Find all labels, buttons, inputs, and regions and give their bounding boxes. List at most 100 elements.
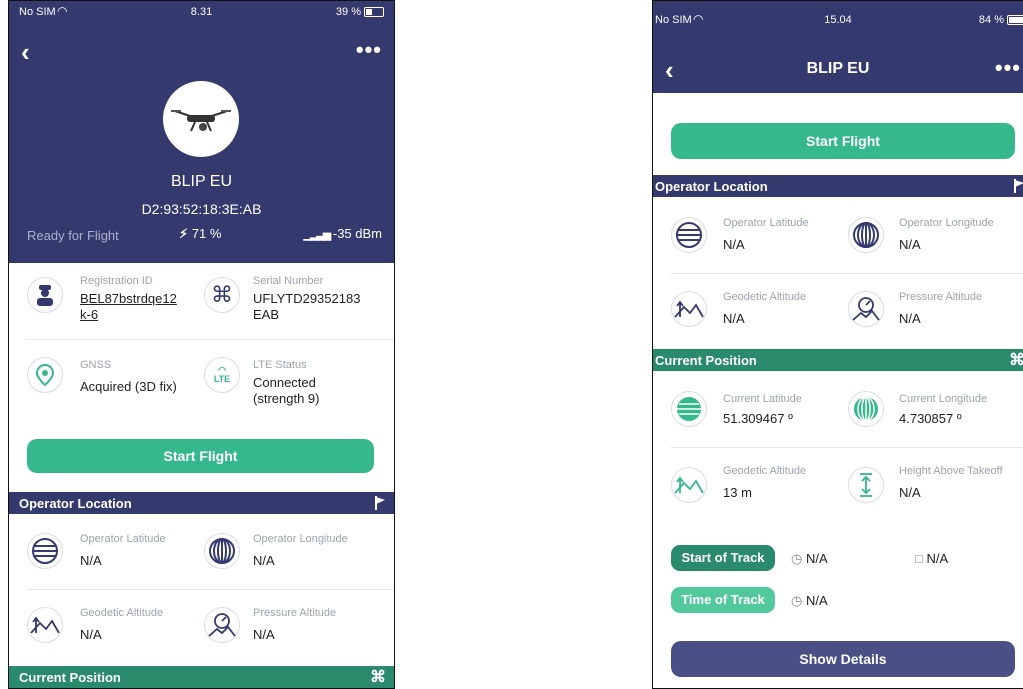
start-flight-button[interactable]: Start Flight xyxy=(27,439,374,473)
op-lat-value: N/A xyxy=(723,237,745,252)
status-bar: No SIM ◠ 8.31 39 % xyxy=(9,1,394,23)
registration-value[interactable]: BEL87bstrdqe12k-6 xyxy=(80,291,180,323)
op-lon-value: N/A xyxy=(253,553,275,568)
geo-alt-value: N/A xyxy=(80,627,102,642)
battery-icon xyxy=(1007,15,1023,26)
gnss-label: GNSS xyxy=(80,359,112,371)
registration-label: Registration ID xyxy=(80,275,153,287)
serial-label: Serial Number xyxy=(253,275,324,287)
operator-location-title: Operator Location xyxy=(655,179,768,194)
current-position-title: Current Position xyxy=(655,353,757,368)
battery-status: 84 % xyxy=(979,14,1023,26)
start-track-date: □ N/A xyxy=(915,551,948,566)
operator-location-header: Operator Location xyxy=(653,175,1023,197)
drone-name: BLIP EU xyxy=(170,173,233,190)
battery-level: ⚡︎ 71 % xyxy=(179,226,221,242)
time-of-track-pill: Time of Track xyxy=(671,587,775,613)
press-alt-label: Pressure Altitude xyxy=(899,291,983,303)
drone-quad-icon: ⌘ xyxy=(1009,350,1023,370)
op-lat-label: Operator Latitude xyxy=(723,217,809,229)
clock-icon: ◷ xyxy=(791,593,803,608)
battery-level-value: 71 % xyxy=(191,226,222,241)
geo-alt-label: Geodetic Altitude xyxy=(723,291,807,303)
back-button[interactable]: ‹ xyxy=(21,39,30,65)
lte-value: Connected (strength 9) xyxy=(253,375,320,406)
altitude-mountain-icon xyxy=(27,607,63,643)
geo-alt-value: N/A xyxy=(723,311,745,326)
latitude-icon xyxy=(671,391,707,427)
start-of-track-pill: Start of Track xyxy=(671,545,775,571)
cur-lon-label: Current Longitude xyxy=(899,393,988,405)
latitude-icon xyxy=(671,217,707,253)
time-track-time: ◷ N/A xyxy=(791,593,828,609)
battery-status: 39 % xyxy=(336,6,384,18)
start-track-time-value: N/A xyxy=(805,551,828,566)
press-alt-value: N/A xyxy=(899,311,921,326)
press-alt-value: N/A xyxy=(253,627,275,642)
op-lon-label: Operator Longitude xyxy=(899,217,994,229)
current-position-title: Current Position xyxy=(19,670,121,685)
divider xyxy=(671,447,1023,448)
signal-bars-icon: ▁▂▃▅ xyxy=(303,229,331,241)
latitude-icon xyxy=(27,533,63,569)
op-lat-value: N/A xyxy=(80,553,102,568)
clock-icon: ◷ xyxy=(791,551,803,566)
lte-label: LTE Status xyxy=(253,359,307,371)
op-lon-label: Operator Longitude xyxy=(253,533,348,545)
cur-geo-alt-label: Geodetic Altitude xyxy=(723,465,807,477)
lte-icon-text: LTE xyxy=(213,374,231,384)
signal-value: -35 dBm xyxy=(332,226,382,241)
altitude-mountain-icon xyxy=(671,467,707,503)
drone-header: No SIM ◠ 8.31 39 % ‹ ••• BLIP EU D2:93:5… xyxy=(9,1,394,263)
flag-icon xyxy=(374,495,386,514)
drone-avatar xyxy=(163,81,239,157)
current-position-header: Current Position ⌘ xyxy=(653,349,1023,371)
cur-geo-alt-value: 13 m xyxy=(723,485,752,500)
screen-title: BLIP EU xyxy=(806,60,870,77)
start-flight-button[interactable]: Start Flight xyxy=(671,123,1015,159)
height-takeoff-label: Height Above Takeoff xyxy=(899,465,1003,477)
cur-lat-value: 51.309467 º xyxy=(723,411,793,426)
operator-location-header: Operator Location xyxy=(9,492,394,514)
op-lat-label: Operator Latitude xyxy=(80,533,166,545)
cur-lon-value: 4.730857 º xyxy=(899,411,962,426)
phone-screen-flight-details: No SIM ◠ 15.04 84 % ‹ BLIP EU ••• Start … xyxy=(652,0,1023,689)
divider xyxy=(27,589,394,590)
height-takeoff-value: N/A xyxy=(899,485,921,500)
gnss-value: Acquired (3D fix) xyxy=(80,379,177,394)
pilot-icon xyxy=(27,277,63,313)
serial-value: UFLYTD29352183 EAB xyxy=(253,291,361,322)
nav-bar: No SIM ◠ 15.04 84 % ‹ BLIP EU ••• xyxy=(653,1,1023,93)
signal-strength: ▁▂▃▅ -35 dBm xyxy=(303,226,382,241)
phone-screen-drone-detail: No SIM ◠ 8.31 39 % ‹ ••• BLIP EU D2:93:5… xyxy=(8,0,395,689)
drone-quad-icon: ⌘ xyxy=(370,669,386,686)
drone-quad-icon: ⌘ xyxy=(204,277,240,313)
clock: 15.04 xyxy=(824,14,852,26)
flight-state: Ready for Flight xyxy=(27,228,119,243)
more-options-button[interactable]: ••• xyxy=(356,39,382,61)
current-position-header: Current Position ⌘ xyxy=(9,666,394,688)
op-lon-value: N/A xyxy=(899,237,921,252)
start-track-date-value: N/A xyxy=(926,551,949,566)
start-track-time: ◷ N/A xyxy=(791,551,828,567)
wifi-arc-icon: ◠ xyxy=(218,365,226,375)
longitude-icon xyxy=(848,217,884,253)
calendar-icon: □ xyxy=(915,551,923,566)
status-bar: No SIM ◠ 15.04 84 % xyxy=(653,9,1023,31)
more-options-button[interactable]: ••• xyxy=(995,57,1021,79)
lightning-icon: ⚡︎ xyxy=(179,226,189,241)
geo-alt-label: Geodetic Altitude xyxy=(80,607,164,619)
operator-location-title: Operator Location xyxy=(19,496,132,511)
longitude-icon xyxy=(204,533,240,569)
press-alt-label: Pressure Altitude xyxy=(253,607,337,619)
divider xyxy=(27,339,394,340)
longitude-icon xyxy=(848,391,884,427)
battery-icon xyxy=(364,7,384,18)
height-arrow-icon xyxy=(848,467,884,503)
location-pin-icon xyxy=(27,357,63,393)
time-track-time-value: N/A xyxy=(805,593,828,608)
divider xyxy=(671,273,1023,274)
pressure-gauge-icon xyxy=(848,291,884,327)
show-details-button[interactable]: Show Details xyxy=(671,641,1015,677)
drone-icon xyxy=(171,110,231,132)
